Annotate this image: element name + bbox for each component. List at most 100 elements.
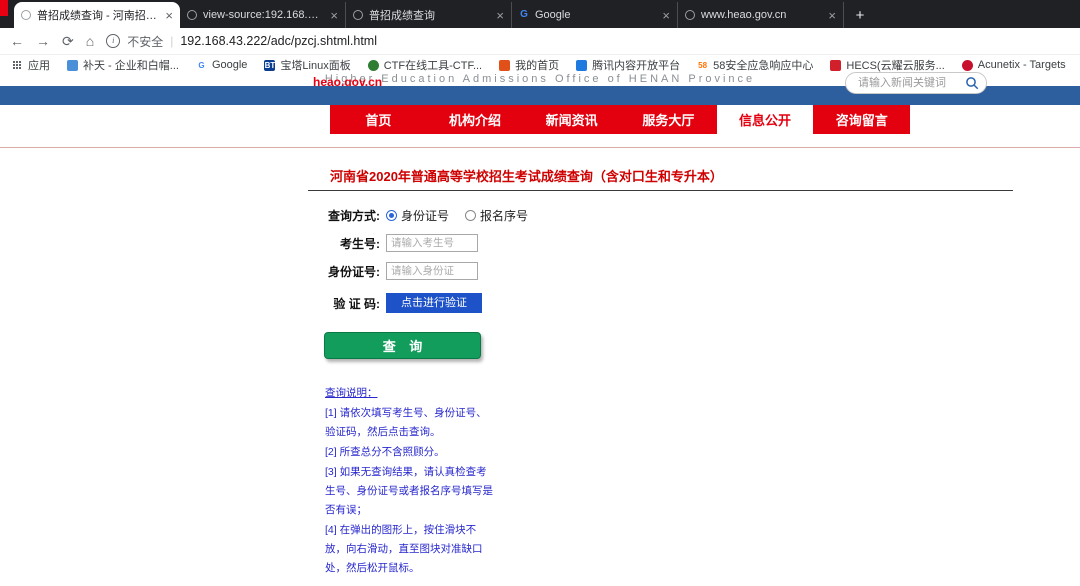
radio-label: 报名序号 (480, 208, 529, 223)
home-button[interactable]: ⌂ (86, 34, 94, 48)
bookmark-label: Acunetix - Targets (977, 59, 1066, 71)
radio-label: 身份证号 (401, 208, 450, 223)
tab-close-icon[interactable]: × (330, 9, 338, 22)
url-text[interactable]: 192.168.43.222/adc/pzcj.shtml.html (180, 34, 377, 48)
bookmark-favicon-icon (830, 59, 842, 71)
info-icon[interactable]: i (106, 34, 121, 48)
page-viewport: Higher Education Admissions Office of HE… (0, 72, 1080, 586)
content-area: 河南省2020年普通高等学校招生考试成绩查询（含对口生和专升本） 查询方式: 身… (0, 74, 1080, 586)
tabs: 普招成绩查询 - 河南招生办公室 × view-source:192.168.4… (14, 0, 844, 28)
nav-item[interactable]: 首页 (330, 105, 427, 134)
news-search-box[interactable] (845, 72, 987, 94)
browser-tab[interactable]: 普招成绩查询 - 河南招生办公室 × (14, 2, 180, 28)
bookmark-item[interactable]: 补天 - 企业和白帽... (67, 57, 179, 73)
bookmark-item[interactable]: 我的首页 (499, 57, 559, 73)
tab-title: 普招成绩查询 (369, 10, 435, 22)
bookmark-item[interactable]: BT 宝塔Linux面板 (264, 57, 351, 73)
bookmark-favicon-icon: BT (264, 59, 276, 71)
omnibox-divider: | (170, 34, 174, 48)
note-line: [2] 所查总分不含照顾分。 (325, 446, 445, 458)
browser-tab[interactable]: Google × (512, 2, 678, 28)
title-underline (308, 190, 1013, 191)
note-line: [3] 如果无查询结果，请认真检查考生号、身份证号或者报名序号填写是否有误； (325, 466, 493, 516)
bookmark-label: 应用 (28, 60, 50, 72)
bookmark-label: 腾讯内容开放平台 (592, 60, 681, 72)
bookmark-item[interactable]: 应用 (12, 57, 50, 73)
query-submit-button[interactable]: 查 询 (324, 332, 481, 359)
forward-button[interactable]: → (36, 34, 50, 48)
tab-close-icon[interactable]: × (165, 9, 173, 22)
exam-id-input[interactable] (386, 234, 478, 252)
captcha-button[interactable]: 点击进行验证 (386, 293, 482, 313)
bookmark-item[interactable]: CTF在线工具-CTF... (367, 57, 483, 73)
tab-title: www.heao.gov.cn (701, 9, 787, 21)
bookmark-label: CTF在线工具-CTF... (383, 60, 483, 72)
tab-title: 普招成绩查询 - 河南招生办公室 (37, 10, 159, 22)
bookmark-favicon-icon (367, 59, 379, 71)
news-search-input[interactable] (856, 76, 965, 90)
screen-edge-artifact (0, 0, 8, 16)
captcha-label: 验 证 码: (333, 296, 380, 311)
reload-button[interactable]: ⟳ (62, 34, 74, 48)
tab-close-icon[interactable]: × (662, 9, 670, 22)
tab-close-icon[interactable]: × (496, 9, 504, 22)
bookmark-label: 58安全应急响应中心 (713, 60, 814, 72)
radio-group: 身份证号 报名序号 (386, 207, 528, 224)
radio-option[interactable]: 报名序号 (465, 207, 528, 224)
bookmark-favicon-icon (576, 59, 588, 71)
tab-favicon-icon (353, 10, 363, 20)
radio-icon[interactable] (386, 209, 397, 221)
query-method-label: 查询方式: (328, 208, 380, 223)
tab-favicon-icon (187, 10, 197, 20)
note-line: [1] 请依次填写考生号、身份证号、验证码，然后点击查询。 (325, 407, 487, 438)
notes-list: [1] 请依次填写考生号、身份证号、验证码，然后点击查询。 [2] 所查总分不含照… (325, 404, 493, 578)
bookmark-favicon-icon: 58 (698, 60, 708, 70)
tab-title: view-source:192.168.43.222/ad (203, 9, 324, 21)
nav-item[interactable]: 信息公开 (716, 105, 814, 134)
bookmark-label: 补天 - 企业和白帽... (83, 60, 179, 72)
bookmark-favicon-icon (499, 59, 511, 71)
nav-item[interactable]: 咨询留言 (813, 105, 910, 134)
back-button[interactable]: ← (10, 34, 24, 48)
bookmark-favicon-icon (12, 60, 23, 71)
search-icon[interactable] (965, 76, 980, 91)
tab-close-icon[interactable]: × (828, 9, 836, 22)
new-tab-button[interactable]: + (848, 3, 872, 27)
tab-title: Google (535, 9, 571, 21)
browser-toolbar: ← → ⟳ ⌂ i 不安全 | 192.168.43.222/adc/pzcj.… (0, 28, 1080, 55)
browser-tab[interactable]: view-source:192.168.43.222/ad × (180, 2, 346, 28)
security-label[interactable]: 不安全 (127, 33, 163, 50)
nav-item[interactable]: 机构介绍 (427, 105, 524, 134)
bookmark-item[interactable]: Acunetix - Targets (961, 59, 1066, 71)
id-number-row: 身份证号: (318, 262, 478, 280)
tab-favicon-icon (685, 10, 695, 20)
tab-strip: 普招成绩查询 - 河南招生办公室 × view-source:192.168.4… (0, 0, 1080, 28)
address-bar[interactable]: i 不安全 | 192.168.43.222/adc/pzcj.shtml.ht… (106, 33, 1070, 50)
notes-title: 查询说明： (325, 387, 378, 399)
id-number-label: 身份证号: (328, 264, 380, 279)
radio-option[interactable]: 身份证号 (386, 207, 449, 224)
bookmark-favicon-icon: G (198, 60, 205, 70)
nav-item[interactable]: 服务大厅 (620, 105, 717, 134)
bookmark-item[interactable]: HECS(云耀云服务... (830, 57, 945, 73)
query-notes: 查询说明： [1] 请依次填写考生号、身份证号、验证码，然后点击查询。 [2] 所… (325, 384, 493, 579)
query-method-row: 查询方式: 身份证号 报名序号 (318, 207, 528, 223)
bookmark-label: 宝塔Linux面板 (280, 60, 351, 72)
exam-id-row: 考生号: (318, 234, 478, 252)
bookmark-label: HECS(云耀云服务... (846, 60, 945, 72)
browser-tab[interactable]: www.heao.gov.cn × (678, 2, 844, 28)
nav-item[interactable]: 新闻资讯 (523, 105, 620, 134)
id-number-input[interactable] (386, 262, 478, 280)
form-title: 河南省2020年普通高等学校招生考试成绩查询（含对口生和专升本） (330, 169, 723, 184)
bookmark-item[interactable]: 58 58安全应急响应中心 (697, 57, 813, 73)
browser-tab[interactable]: 普招成绩查询 × (346, 2, 512, 28)
bookmark-label: 我的首页 (515, 60, 560, 72)
radio-icon[interactable] (465, 209, 477, 221)
browser-window: 普招成绩查询 - 河南招生办公室 × view-source:192.168.4… (0, 0, 1080, 586)
tab-favicon-icon (21, 10, 31, 20)
bookmark-item[interactable]: 腾讯内容开放平台 (576, 57, 680, 73)
bookmark-item[interactable]: G Google (196, 59, 247, 71)
note-line: [4] 在弹出的图形上，按住滑块不放，向右滑动，直至图块对准缺口处，然后松开鼠标… (325, 524, 483, 574)
main-nav: 首页 机构介绍 新闻资讯 服务大厅 信息公开 咨询留言 (330, 105, 910, 134)
exam-id-label: 考生号: (340, 236, 380, 251)
